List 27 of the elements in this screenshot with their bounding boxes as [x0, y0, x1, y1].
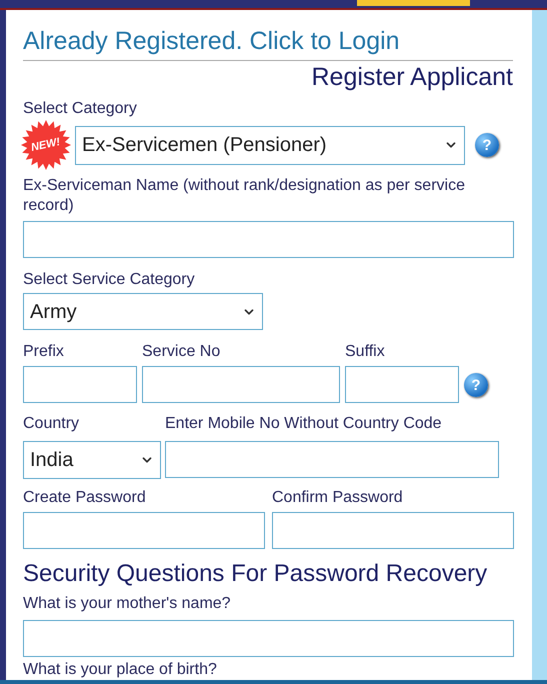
input-field[interactable]	[165, 441, 499, 478]
field-label: Enter Mobile No Without Country Code	[165, 414, 443, 434]
form-heading: Register Applicant	[310, 62, 513, 93]
field-label: Service No	[142, 342, 222, 362]
field-label: What is your mother's name?	[23, 594, 232, 614]
input-field[interactable]	[23, 221, 514, 258]
input-field[interactable]	[272, 512, 514, 549]
new-badge: NEW!	[21, 120, 71, 170]
select-field[interactable]: India	[23, 441, 161, 479]
field-label: Confirm Password	[272, 488, 404, 508]
field-label: Suffix	[345, 342, 386, 362]
select-field[interactable]: Army	[23, 293, 263, 330]
field-label: Select Service Category	[23, 270, 196, 290]
input-field[interactable]	[23, 620, 514, 657]
input-field[interactable]	[23, 366, 137, 403]
input-field[interactable]	[142, 366, 340, 403]
input-field[interactable]	[23, 512, 265, 549]
select-field[interactable]: Ex-Servicemen (Pensioner)	[75, 126, 465, 164]
field-label: Country	[23, 414, 80, 434]
field-label: Create Password	[23, 488, 147, 508]
field-label: What is your place of birth?	[23, 660, 218, 680]
field-label: Ex-Serviceman Name (without rank/designation as per service record)	[23, 176, 466, 216]
input-field[interactable]	[345, 366, 459, 403]
field-label: Select Category	[23, 99, 138, 119]
field-label: Prefix	[23, 342, 65, 362]
section-heading: Security Questions For Password Recovery	[23, 559, 488, 589]
login-link[interactable]: Already Registered. Click to Login	[23, 24, 520, 58]
